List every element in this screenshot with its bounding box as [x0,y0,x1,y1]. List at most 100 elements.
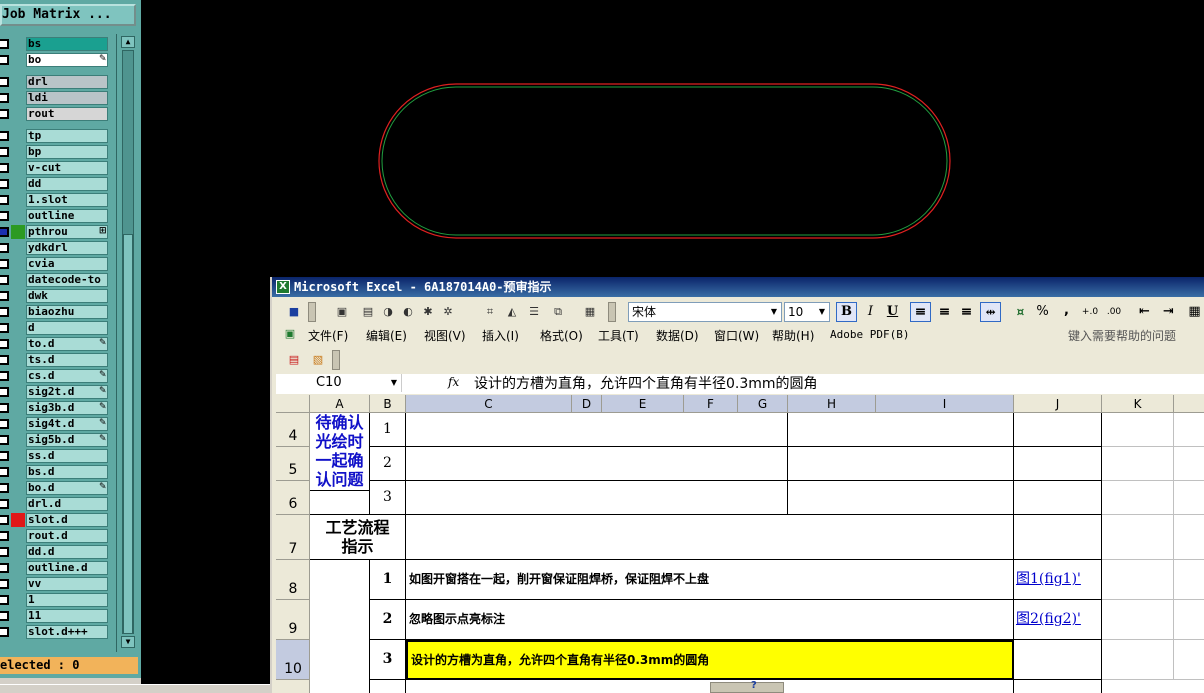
layer-checkbox[interactable] [0,547,9,557]
layer-checkbox[interactable] [0,211,9,221]
row-header-7[interactable]: 7 [276,515,310,560]
menu-insert[interactable]: 插入(I) [482,327,519,344]
confirm-label[interactable]: 待确认光绘时一起确认问题 [310,413,370,491]
col-header-b[interactable]: B [370,395,406,413]
chevron-down-icon[interactable]: ▼ [768,304,780,320]
layer-checkbox[interactable] [0,371,9,381]
layer-name[interactable]: slot.d [26,513,108,527]
spreadsheet-grid[interactable]: A B C D E F G H I J K 4 5 6 7 8 9 10 待确认… [276,395,1204,693]
layer-row[interactable]: sig5b.d ✎ [0,432,116,448]
cell-c5[interactable] [406,447,788,481]
layer-row[interactable]: 11 [0,608,116,624]
bold-button[interactable]: B [836,302,857,322]
layer-color-swatch[interactable] [11,353,25,367]
layer-checkbox[interactable] [0,515,9,525]
menu-file[interactable]: 文件(F) [308,327,348,344]
compress-icon[interactable]: ⧉ [548,302,568,322]
layer-color-swatch[interactable] [11,107,25,121]
save-icon[interactable]: ■ [284,302,304,322]
layer-checkbox[interactable] [0,531,9,541]
job-matrix-title[interactable]: Job Matrix ... [0,4,136,26]
menu-window[interactable]: 窗口(W) [714,327,759,344]
pdf-mail-icon[interactable]: ▧ [308,350,328,370]
layer-name[interactable]: 1 [26,593,108,607]
col-header-a[interactable]: A [310,395,370,413]
layer-checkbox[interactable] [0,627,9,637]
font-size-select[interactable]: 10 ▼ [784,302,830,322]
menu-adobe-pdf[interactable]: Adobe PDF(B) [830,328,909,341]
confirm-num-3[interactable]: 3 [370,481,406,515]
layer-color-swatch[interactable] [11,337,25,351]
layer-row[interactable]: bp [0,144,116,160]
cell-h5[interactable] [788,447,1014,481]
item-link-3[interactable] [1014,640,1102,680]
confirm-num-2[interactable]: 2 [370,447,406,481]
layer-checkbox[interactable] [0,563,9,573]
layer-row[interactable]: outline.d [0,560,116,576]
col-header-l[interactable] [1174,395,1204,413]
layer-color-swatch[interactable] [11,529,25,543]
layer-name[interactable]: sig3b.d [26,401,108,415]
chevron-down-icon[interactable]: ▼ [816,304,828,320]
layer-checkbox[interactable] [0,403,9,413]
layer-color-swatch[interactable] [11,497,25,511]
cell-l4[interactable] [1174,413,1204,447]
layer-color-swatch[interactable] [11,593,25,607]
excel-app-icon[interactable]: X [276,280,290,294]
floating-toolbar[interactable]: ? [710,680,784,693]
row-header-6[interactable]: 6 [276,481,310,515]
layer-name[interactable]: 1.slot [26,193,108,207]
cell-k4[interactable] [1102,413,1174,447]
font-name-select[interactable]: 宋体 ▼ [628,302,782,322]
layer-checkbox[interactable] [0,109,9,119]
crop-icon[interactable]: ⌗ [480,302,500,322]
layer-color-swatch[interactable] [11,129,25,143]
cell-k8[interactable] [1102,560,1174,600]
row-header-4[interactable]: 4 [276,413,310,447]
col-header-e[interactable]: E [602,395,684,413]
layer-name[interactable]: dd [26,177,108,191]
layer-row[interactable]: biaozhu [0,304,116,320]
cell-k10[interactable] [1102,640,1174,680]
layer-color-swatch[interactable] [11,305,25,319]
layer-row[interactable]: v-cut [0,160,116,176]
menu-view[interactable]: 视图(V) [424,327,466,344]
cell-k5[interactable] [1102,447,1174,481]
layer-color-swatch[interactable] [11,513,25,527]
item-text-1[interactable]: 如图开窗搭在一起，削开窗保证阻焊桥，保证阻焊不上盘 [406,560,1014,600]
layer-checkbox[interactable] [0,595,9,605]
layer-color-swatch[interactable] [11,75,25,89]
excel-doc-icon[interactable]: ▣ [280,324,300,344]
layer-name[interactable]: sig5b.d [26,433,108,447]
layer-row[interactable]: dd.d [0,544,116,560]
layer-name[interactable]: d [26,321,108,335]
layer-color-swatch[interactable] [11,53,25,67]
layer-color-swatch[interactable] [11,145,25,159]
layer-checkbox[interactable] [0,499,9,509]
row-header-9[interactable]: 9 [276,600,310,640]
layer-checkbox[interactable] [0,179,9,189]
layer-checkbox[interactable] [0,435,9,445]
cell-j11[interactable] [1014,680,1102,693]
align-right-icon[interactable]: ≡ [956,302,977,322]
cell-j4[interactable] [1014,413,1102,447]
cell-l5[interactable] [1174,447,1204,481]
layer-color-swatch[interactable] [11,481,25,495]
row-header-8[interactable]: 8 [276,560,310,600]
layer-checkbox[interactable] [0,579,9,589]
layer-row[interactable]: 1 [0,592,116,608]
line-style-icon[interactable]: ☰ [524,302,544,322]
decrease-decimal-button[interactable]: .00 [1102,302,1126,322]
layer-name[interactable]: bs [26,37,108,51]
layer-color-swatch[interactable] [11,321,25,335]
layer-checkbox[interactable] [0,259,9,269]
menu-data[interactable]: 数据(D) [656,327,699,344]
col-header-k[interactable]: K [1102,395,1174,413]
layer-color-swatch[interactable] [11,625,25,639]
layer-row[interactable]: ldi [0,90,116,106]
layer-row[interactable]: to.d ✎ [0,336,116,352]
cell-k6[interactable] [1102,481,1174,515]
underline-button[interactable]: U [882,302,903,322]
layer-scrollbar[interactable]: ▲ ▼ [116,34,138,652]
layer-row[interactable]: slot.d [0,512,116,528]
